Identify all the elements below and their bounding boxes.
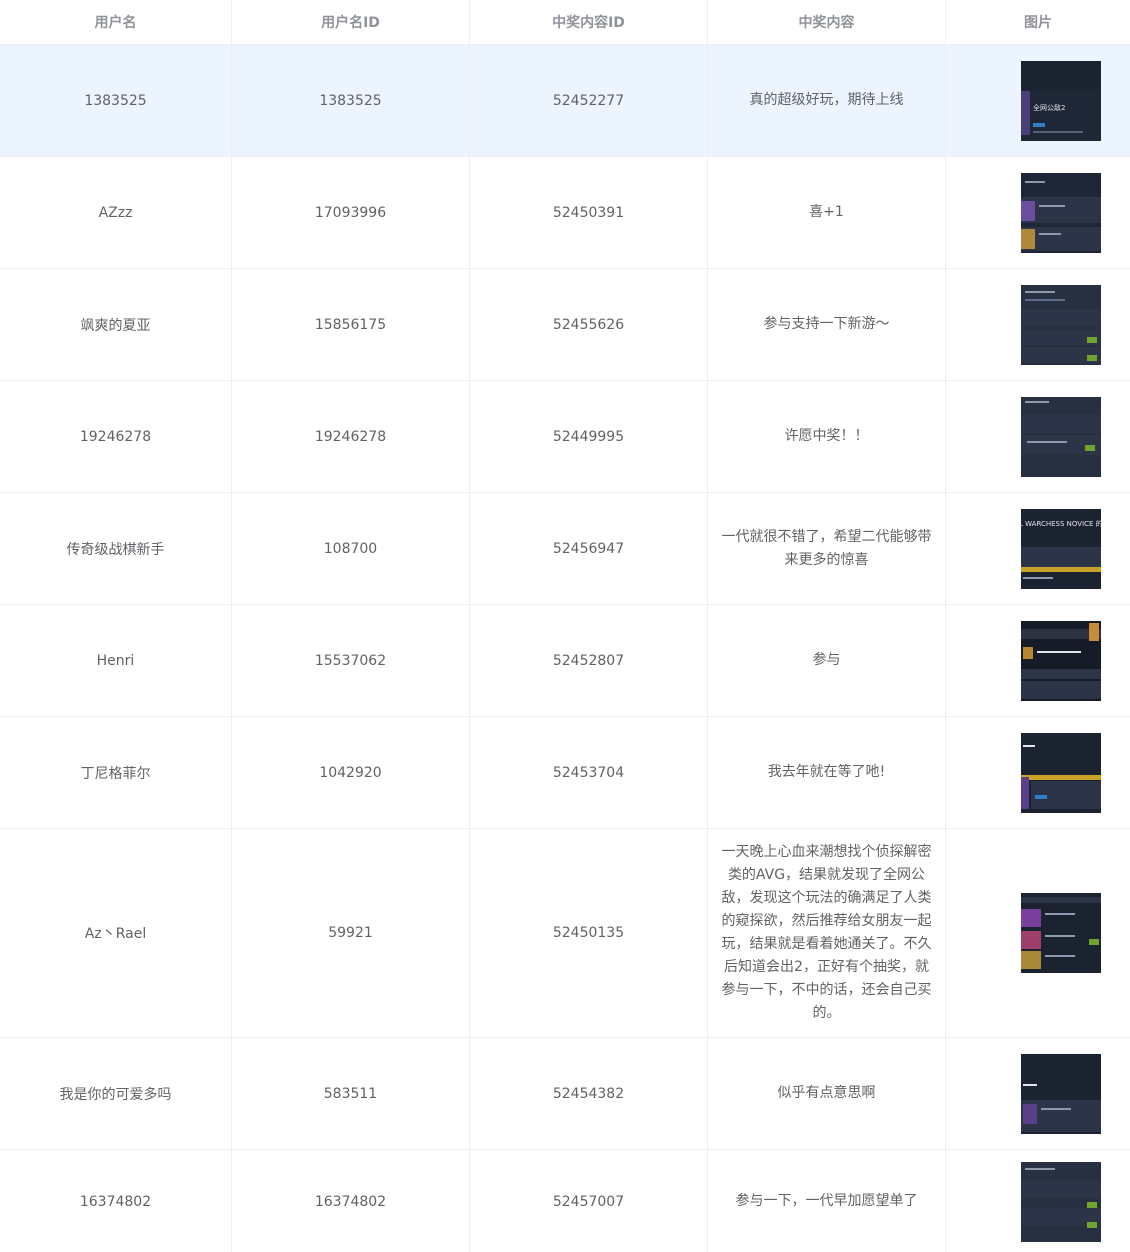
- cell-content-id: 52452277: [470, 45, 708, 156]
- cell-username: 16374802: [0, 1150, 232, 1252]
- cell-user-id: 59921: [232, 829, 470, 1037]
- screenshot-thumbnail[interactable]: 全网公敌2: [1021, 60, 1101, 141]
- cell-content: 许愿中奖！！: [708, 381, 946, 492]
- column-header-user-id[interactable]: 用户名ID: [232, 0, 470, 44]
- cell-content: 我去年就在等了吔!: [708, 717, 946, 828]
- cell-content: 参与一下，一代早加愿望单了: [708, 1150, 946, 1252]
- cell-user-id: 17093996: [232, 157, 470, 268]
- screenshot-thumbnail[interactable]: [1021, 172, 1101, 253]
- cell-username: AZzz: [0, 157, 232, 268]
- cell-content-id: 52449995: [470, 381, 708, 492]
- cell-user-id: 15537062: [232, 605, 470, 716]
- content-text: 许愿中奖！！: [784, 428, 869, 444]
- cell-username: 传奇级战棋新手: [0, 493, 232, 604]
- table-row[interactable]: Az丶Rael 59921 52450135 一天晚上心血来潮想找个侦探解密类的…: [0, 829, 1130, 1038]
- cell-user-id: 15856175: [232, 269, 470, 380]
- cell-content-id: 52452807: [470, 605, 708, 716]
- cell-image: [946, 717, 1130, 828]
- content-text: 一天晚上心血来潮想找个侦探解密类的AVG，结果就发现了全网公敌，发现这个玩法的确…: [721, 844, 932, 1021]
- thumbnail-caption: 全网公敌2: [1033, 103, 1066, 112]
- screenshot-thumbnail[interactable]: [1021, 396, 1101, 477]
- cell-user-id: 1383525: [232, 45, 470, 156]
- cell-content-id: 52453704: [470, 717, 708, 828]
- screenshot-thumbnail[interactable]: [1021, 284, 1101, 365]
- screenshot-thumbnail[interactable]: [1021, 732, 1101, 813]
- table-row[interactable]: Henri 15537062 52452807 参与: [0, 605, 1130, 717]
- content-text: 喜+1: [809, 204, 844, 220]
- content-text: 真的超级好玩，期待上线: [749, 92, 904, 108]
- table-row[interactable]: 我是你的可爱多吗 583511 52454382 似乎有点意思啊: [0, 1038, 1130, 1150]
- cell-image: [946, 1150, 1130, 1252]
- cell-username: 19246278: [0, 381, 232, 492]
- cell-content-id: 52455626: [470, 269, 708, 380]
- column-header-content[interactable]: 中奖内容: [708, 0, 946, 44]
- cell-content: 真的超级好玩，期待上线: [708, 45, 946, 156]
- cell-image: [946, 157, 1130, 268]
- table-row[interactable]: 1383525 1383525 52452277 真的超级好玩，期待上线 全网公…: [0, 45, 1130, 157]
- column-header-image[interactable]: 图片: [946, 0, 1130, 44]
- column-header-content-id[interactable]: 中奖内容ID: [470, 0, 708, 44]
- cell-username: 我是你的可爱多吗: [0, 1038, 232, 1149]
- cell-username: Henri: [0, 605, 232, 716]
- cell-user-id: 19246278: [232, 381, 470, 492]
- table-row[interactable]: 传奇级战棋新手 108700 52456947 一代就很不错了，希望二代能够带来…: [0, 493, 1130, 605]
- cell-image: 全网公敌2: [946, 45, 1130, 156]
- cell-image: [946, 269, 1130, 380]
- cell-username: Az丶Rael: [0, 829, 232, 1037]
- screenshot-thumbnail[interactable]: [1021, 620, 1101, 701]
- cell-content: 参与支持一下新游～: [708, 269, 946, 380]
- content-text: 参与一下，一代早加愿望单了: [735, 1193, 918, 1209]
- table-row[interactable]: 飒爽的夏亚 15856175 52455626 参与支持一下新游～: [0, 269, 1130, 381]
- prize-table: 用户名 用户名ID 中奖内容ID 中奖内容 图片 1383525 1383525…: [0, 0, 1130, 1252]
- cell-content-id: 52450135: [470, 829, 708, 1037]
- content-text: 一代就很不错了，希望二代能够带来更多的惊喜: [721, 528, 932, 568]
- cell-username: 丁尼格菲尔: [0, 717, 232, 828]
- content-text: 我去年就在等了吔!: [767, 764, 886, 780]
- screenshot-thumbnail[interactable]: [1021, 1161, 1101, 1242]
- cell-content: 一天晚上心血来潮想找个侦探解密类的AVG，结果就发现了全网公敌，发现这个玩法的确…: [708, 829, 946, 1037]
- cell-content: 一代就很不错了，希望二代能够带来更多的惊喜: [708, 493, 946, 604]
- cell-content: 参与: [708, 605, 946, 716]
- cell-image: [946, 605, 1130, 716]
- table-header: 用户名 用户名ID 中奖内容ID 中奖内容 图片: [0, 0, 1130, 45]
- screenshot-thumbnail[interactable]: [1021, 1053, 1101, 1134]
- cell-image: [946, 829, 1130, 1037]
- cell-username: 飒爽的夏亚: [0, 269, 232, 380]
- screenshot-thumbnail[interactable]: L WARCHESS NOVICE 的: [1021, 508, 1101, 589]
- cell-user-id: 1042920: [232, 717, 470, 828]
- thumbnail-caption: L WARCHESS NOVICE 的: [1021, 519, 1101, 528]
- cell-user-id: 108700: [232, 493, 470, 604]
- table-row[interactable]: 丁尼格菲尔 1042920 52453704 我去年就在等了吔!: [0, 717, 1130, 829]
- cell-content-id: 52457007: [470, 1150, 708, 1252]
- cell-content: 似乎有点意思啊: [708, 1038, 946, 1149]
- cell-username: 1383525: [0, 45, 232, 156]
- content-text: 参与: [812, 652, 841, 668]
- cell-image: [946, 1038, 1130, 1149]
- cell-content: 喜+1: [708, 157, 946, 268]
- table-row[interactable]: AZzz 17093996 52450391 喜+1: [0, 157, 1130, 269]
- cell-content-id: 52456947: [470, 493, 708, 604]
- table-row[interactable]: 19246278 19246278 52449995 许愿中奖！！: [0, 381, 1130, 493]
- cell-content-id: 52450391: [470, 157, 708, 268]
- cell-image: L WARCHESS NOVICE 的: [946, 493, 1130, 604]
- cell-user-id: 583511: [232, 1038, 470, 1149]
- screenshot-thumbnail[interactable]: [1021, 893, 1101, 973]
- cell-content-id: 52454382: [470, 1038, 708, 1149]
- column-header-username[interactable]: 用户名: [0, 0, 232, 44]
- table-row[interactable]: 16374802 16374802 52457007 参与一下，一代早加愿望单了: [0, 1150, 1130, 1252]
- cell-user-id: 16374802: [232, 1150, 470, 1252]
- content-text: 似乎有点意思啊: [777, 1085, 876, 1101]
- content-text: 参与支持一下新游～: [763, 316, 890, 332]
- cell-image: [946, 381, 1130, 492]
